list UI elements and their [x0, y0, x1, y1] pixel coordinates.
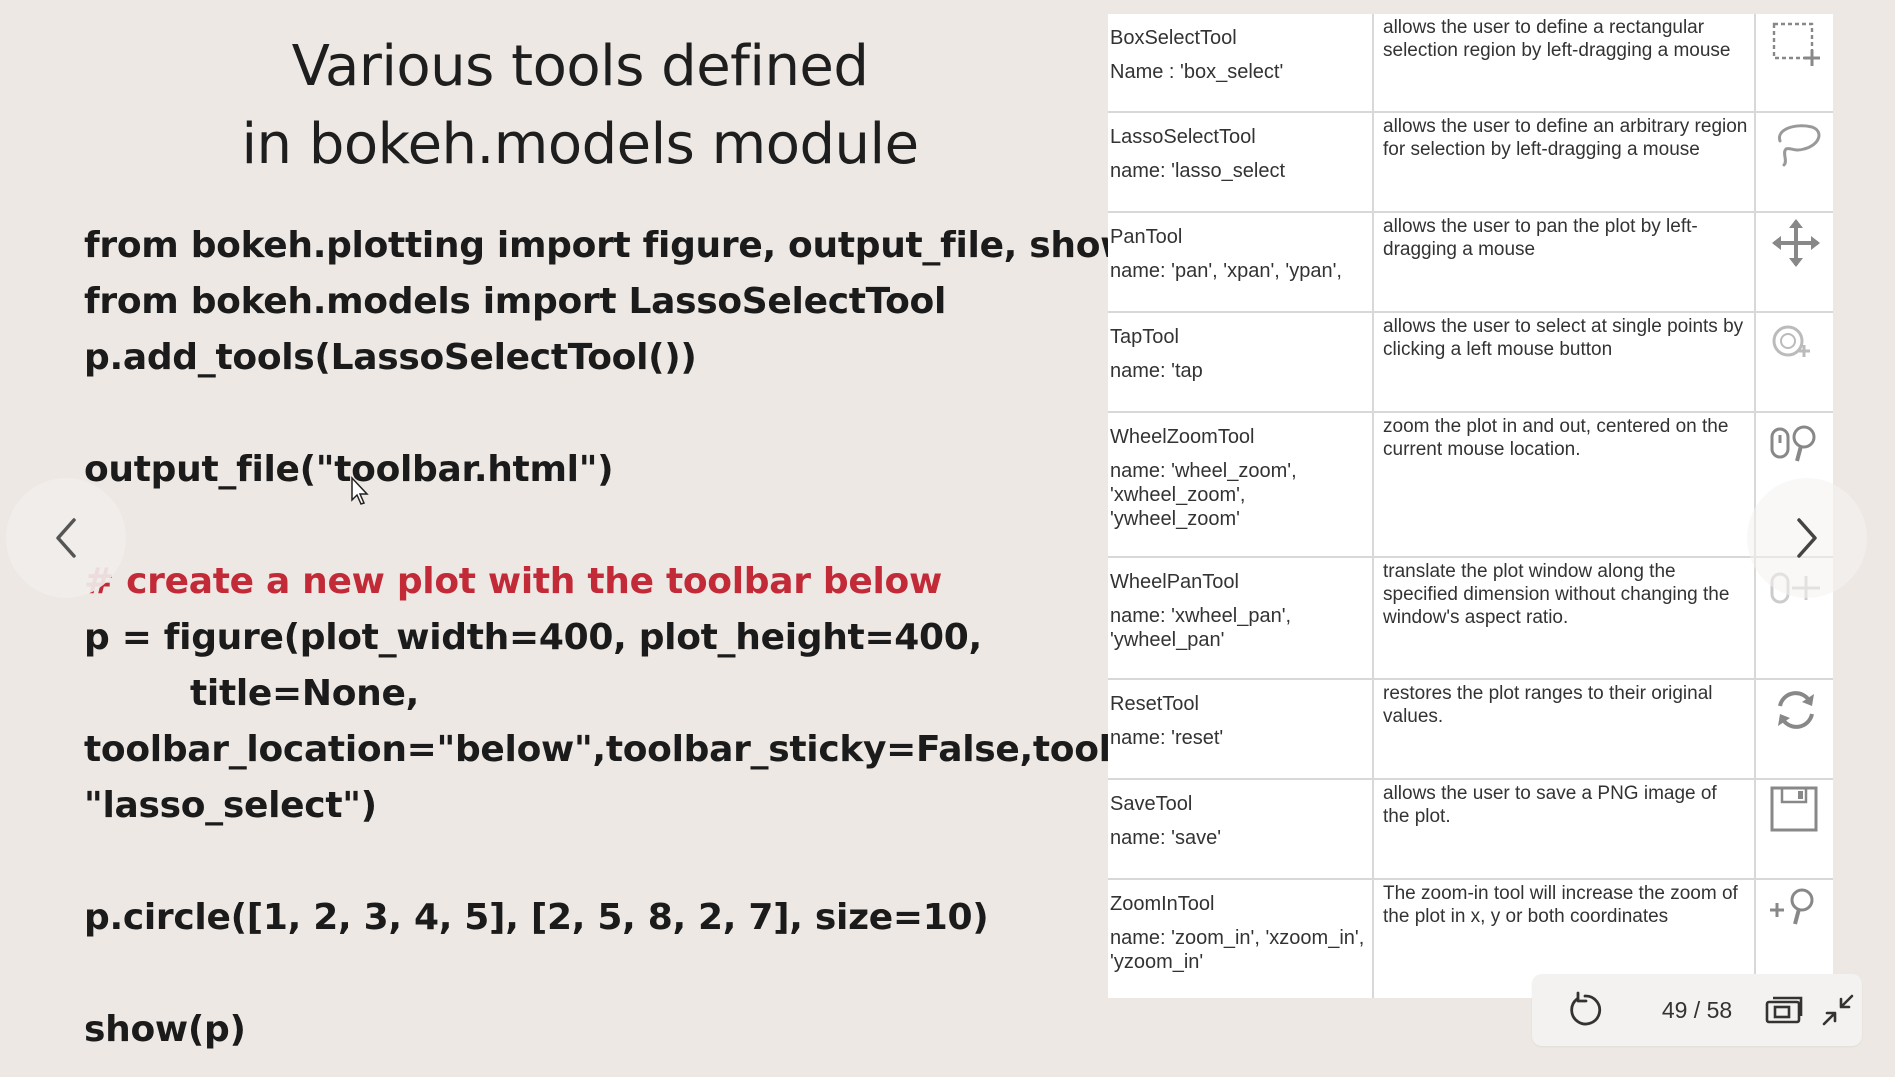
tool-desc-cell: allows the user to define a rectangular …: [1373, 14, 1756, 113]
tool-icon-cell: [1755, 14, 1833, 113]
presenter-view-button[interactable]: [1755, 994, 1813, 1026]
tool-id-name: name: 'save': [1110, 827, 1222, 849]
tool-desc-cell: restores the plot ranges to their origin…: [1373, 679, 1756, 780]
tool-row: SaveTool name: 'save' allows the user to s…: [1108, 779, 1833, 880]
tool-description: allows the user to define a rectangular …: [1383, 17, 1731, 61]
code-line: p.circle([1, 2, 3, 4, 5], [2, 5, 8, 2, 7…: [84, 897, 989, 938]
exit-fullscreen-button[interactable]: [1813, 992, 1862, 1028]
replay-icon: [1570, 991, 1602, 1026]
code-line: p.add_tools(LassoSelectTool()): [84, 337, 697, 378]
exit-fullscreen-icon: [1822, 994, 1854, 1026]
pan-icon: [1756, 213, 1833, 267]
slide-title: Various tools defined in bokeh.models mo…: [140, 28, 1020, 184]
tool-icon-cell: [1755, 112, 1833, 213]
tool-icon-cell: [1755, 212, 1833, 313]
tool-row: PanTool name: 'pan', 'xpan', 'ypan', allow…: [1108, 212, 1833, 313]
tool-name-cell: BoxSelectTool Name : 'box_select': [1108, 14, 1374, 113]
tool-description: allows the user to save a PNG image of t…: [1383, 783, 1717, 827]
tool-icon-cell: [1755, 679, 1833, 780]
zoom-in-icon: [1756, 880, 1833, 934]
presentation-controls: 49 / 58: [1532, 974, 1862, 1046]
tool-id-name: name: 'reset': [1110, 727, 1224, 749]
tool-row: WheelZoomTool name: 'wheel_zoom', 'xwheel…: [1108, 412, 1833, 558]
box-select-icon: [1756, 14, 1833, 68]
tool-class-name: ResetTool: [1110, 693, 1199, 715]
tool-desc-cell: allows the user to pan the plot by left-…: [1373, 212, 1756, 313]
tool-class-name: LassoSelectTool: [1110, 126, 1256, 148]
tool-class-name: SaveTool: [1110, 793, 1193, 815]
slide-title-line2: in bokeh.models module: [241, 112, 919, 177]
tool-id-name: name: 'zoom_in', 'xzoom_in', 'yzoom_in': [1110, 927, 1365, 973]
tool-description: allows the user to pan the plot by left-…: [1383, 216, 1698, 260]
tool-class-name: ZoomInTool: [1110, 893, 1215, 915]
chevron-left-icon: [56, 518, 76, 558]
tool-description: restores the plot ranges to their origin…: [1383, 683, 1713, 727]
tool-description: The zoom-in tool will increase the zoom …: [1383, 883, 1738, 927]
tool-desc-cell: zoom the plot in and out, centered on th…: [1373, 412, 1756, 558]
tool-name-cell: WheelZoomTool name: 'wheel_zoom', 'xwheel…: [1108, 412, 1374, 558]
tool-class-name: PanTool: [1110, 226, 1183, 248]
tool-class-name: TapTool: [1110, 326, 1179, 348]
tool-row: LassoSelectTool name: 'lasso_select allows…: [1108, 112, 1833, 213]
tap-icon: [1756, 313, 1833, 367]
code-line: "lasso_select"): [84, 785, 377, 826]
tool-class-name: WheelZoomTool: [1110, 426, 1255, 448]
tool-id-name: name: 'wheel_zoom', 'xwheel_zoom', 'ywhe…: [1110, 460, 1297, 530]
tools-table: BoxSelectTool Name : 'box_select' allows t…: [1108, 14, 1833, 998]
tool-name-cell: WheelPanTool name: 'xwheel_pan', 'ywheel_…: [1108, 557, 1374, 680]
save-icon: [1756, 780, 1833, 834]
code-line: toolbar_location="below",toolbar_sticky=…: [84, 729, 1162, 770]
tool-class-name: BoxSelectTool: [1110, 27, 1237, 49]
tool-desc-cell: allows the user to save a PNG image of t…: [1373, 779, 1756, 880]
wheel-zoom-icon: [1756, 413, 1833, 467]
tool-row: ResetTool name: 'reset' restores the plot …: [1108, 679, 1833, 780]
code-line: output_file("toolbar.html"): [84, 449, 614, 490]
slide-title-line1: Various tools defined: [291, 34, 869, 99]
code-line: from bokeh.models import LassoSelectTool: [84, 281, 947, 322]
tool-row: TapTool name: 'tap allows the user to sele…: [1108, 312, 1833, 413]
code-line: show(p): [84, 1009, 246, 1050]
tool-id-name: name: 'lasso_select: [1110, 160, 1286, 182]
tool-id-name: Name : 'box_select': [1110, 61, 1284, 83]
tool-description: allows the user to select at single poin…: [1383, 316, 1744, 360]
lasso-icon: [1756, 113, 1833, 167]
tool-name-cell: TapTool name: 'tap: [1108, 312, 1374, 413]
chevron-right-icon: [1797, 518, 1817, 558]
code-block: from bokeh.plotting import figure, outpu…: [84, 218, 1162, 1058]
mouse-cursor-icon: [351, 476, 369, 505]
tool-class-name: WheelPanTool: [1110, 571, 1239, 593]
code-line: from bokeh.plotting import figure, outpu…: [84, 225, 1134, 266]
reset-icon: [1756, 680, 1833, 734]
tool-id-name: name: 'xwheel_pan', 'ywheel_pan': [1110, 605, 1292, 651]
code-line: title=None,: [190, 673, 419, 714]
code-comment: # create a new plot with the toolbar bel…: [84, 561, 942, 602]
tool-description: translate the plot window along the spec…: [1383, 561, 1730, 628]
tool-name-cell: ZoomInTool name: 'zoom_in', 'xzoom_in', '…: [1108, 879, 1374, 998]
tool-description: allows the user to define an arbitrary r…: [1383, 116, 1748, 160]
previous-slide-button[interactable]: [6, 478, 126, 598]
replay-button[interactable]: [1532, 990, 1639, 1030]
code-line: p = figure(plot_width=400, plot_height=4…: [84, 617, 982, 658]
tool-name-cell: LassoSelectTool name: 'lasso_select: [1108, 112, 1374, 213]
tool-name-cell: PanTool name: 'pan', 'xpan', 'ypan',: [1108, 212, 1374, 313]
tool-desc-cell: allows the user to define an arbitrary r…: [1373, 112, 1756, 213]
tool-row: WheelPanTool name: 'xwheel_pan', 'ywheel_…: [1108, 557, 1833, 680]
slides-icon: [1766, 996, 1803, 1024]
tool-name-cell: SaveTool name: 'save': [1108, 779, 1374, 880]
page-counter: 49 / 58: [1661, 996, 1733, 1023]
tool-description: zoom the plot in and out, centered on th…: [1383, 416, 1729, 460]
tool-desc-cell: allows the user to select at single poin…: [1373, 312, 1756, 413]
next-slide-button[interactable]: [1747, 478, 1867, 598]
tool-id-name: name: 'pan', 'xpan', 'ypan',: [1110, 260, 1342, 282]
tool-icon-cell: [1755, 312, 1833, 413]
tool-row: BoxSelectTool Name : 'box_select' allows t…: [1108, 14, 1833, 113]
tool-name-cell: ResetTool name: 'reset': [1108, 679, 1374, 780]
tool-desc-cell: translate the plot window along the spec…: [1373, 557, 1756, 680]
tool-id-name: name: 'tap: [1110, 360, 1203, 382]
tool-icon-cell: [1755, 779, 1833, 880]
